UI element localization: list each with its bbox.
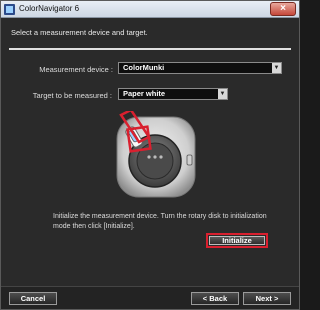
window-title: ColorNavigator 6 bbox=[19, 4, 80, 13]
app-window: ColorNavigator 6 × Select a measurement … bbox=[0, 0, 300, 310]
chevron-down-icon: ▼ bbox=[218, 89, 227, 99]
target-select[interactable]: Paper white ▼ bbox=[118, 88, 228, 100]
initialize-help-text: Initialize the measurement device. Turn … bbox=[53, 213, 267, 230]
device-select[interactable]: ColorMunki ▼ bbox=[118, 62, 282, 74]
colormunki-device-illustration bbox=[116, 111, 196, 198]
target-label: Target to be measured : bbox=[32, 91, 112, 100]
cancel-button[interactable]: Cancel bbox=[9, 292, 57, 305]
initialize-button[interactable]: Initialize bbox=[209, 236, 265, 245]
device-label: Measurement device : bbox=[39, 65, 113, 74]
chevron-down-icon: ▼ bbox=[272, 63, 281, 73]
next-button[interactable]: Next > bbox=[243, 292, 291, 305]
device-select-value: ColorMunki bbox=[123, 63, 165, 72]
back-button[interactable]: < Back bbox=[191, 292, 239, 305]
close-button[interactable]: × bbox=[270, 2, 296, 16]
bottom-bar: Cancel < Back Next > bbox=[1, 286, 299, 309]
title-bar: ColorNavigator 6 × bbox=[1, 1, 299, 18]
app-logo-icon bbox=[4, 4, 15, 15]
initialize-highlight: Initialize bbox=[206, 233, 268, 248]
close-icon: × bbox=[280, 3, 286, 14]
instruction-text: Select a measurement device and target. bbox=[11, 28, 148, 37]
target-select-value: Paper white bbox=[123, 89, 166, 98]
header-divider bbox=[9, 48, 291, 50]
